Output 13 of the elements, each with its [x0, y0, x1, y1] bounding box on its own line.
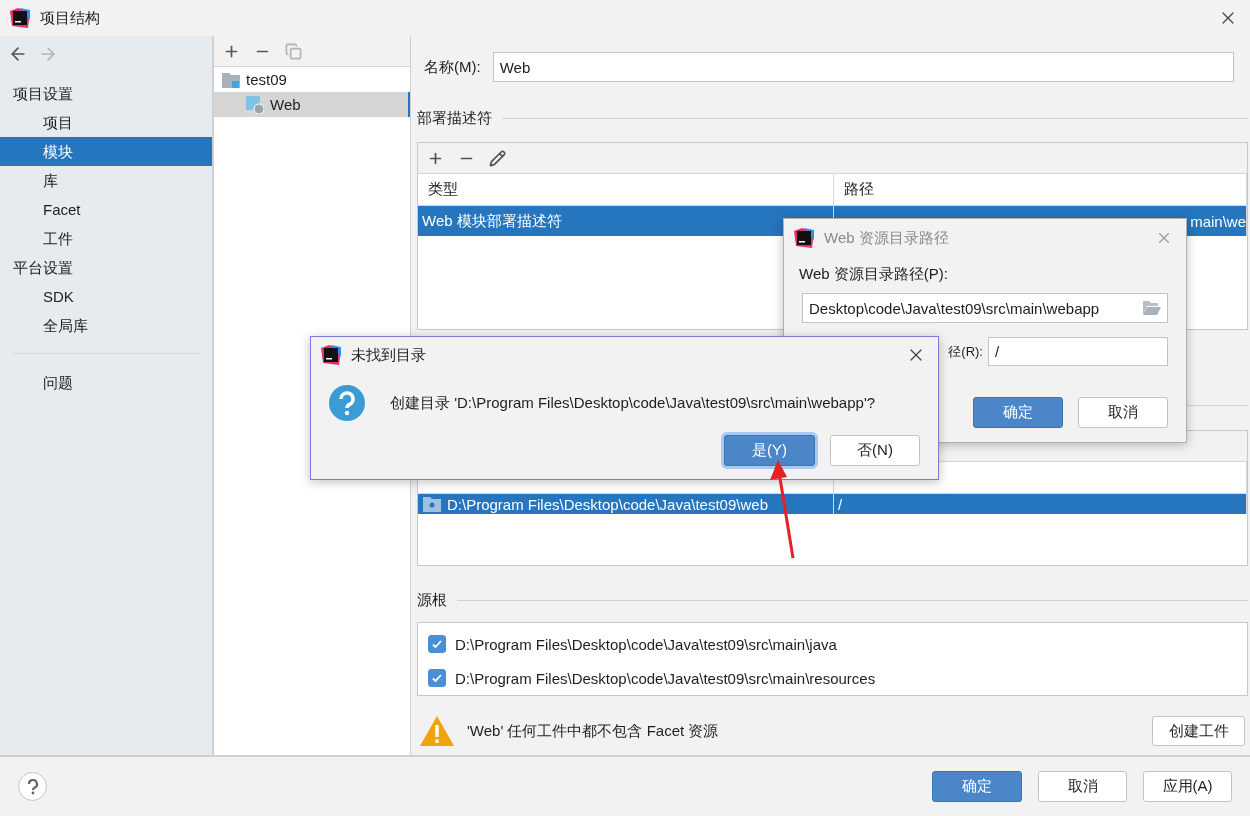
source-root-path: D:\Program Files\Desktop\code\Java\test09\src\main\resources	[455, 669, 876, 687]
name-label: 名称(M):	[424, 57, 481, 77]
field-label: Web 资源目录路径(P):	[799, 265, 948, 284]
dialog-message: 创建目录 'D:\Program Files\Desktop\code\Java\test09\src\main\webapp'?	[390, 393, 876, 413]
field-label: 径(R):	[948, 342, 983, 361]
window-title: 项目结构	[40, 8, 101, 28]
warning-text: 'Web' 任何工件中都不包含 Facet 资源	[467, 721, 720, 741]
section-title: 部署描述符	[417, 108, 492, 128]
section-title: 源根	[417, 590, 447, 610]
dialog-title: 未找到目录	[351, 345, 427, 365]
sidebar-heading: 平台设置	[12, 258, 74, 278]
source-root-path: D:\Program Files\Desktop\code\Java\test09\src\main\java	[455, 635, 837, 653]
sidebar-heading: 项目设置	[12, 84, 74, 104]
